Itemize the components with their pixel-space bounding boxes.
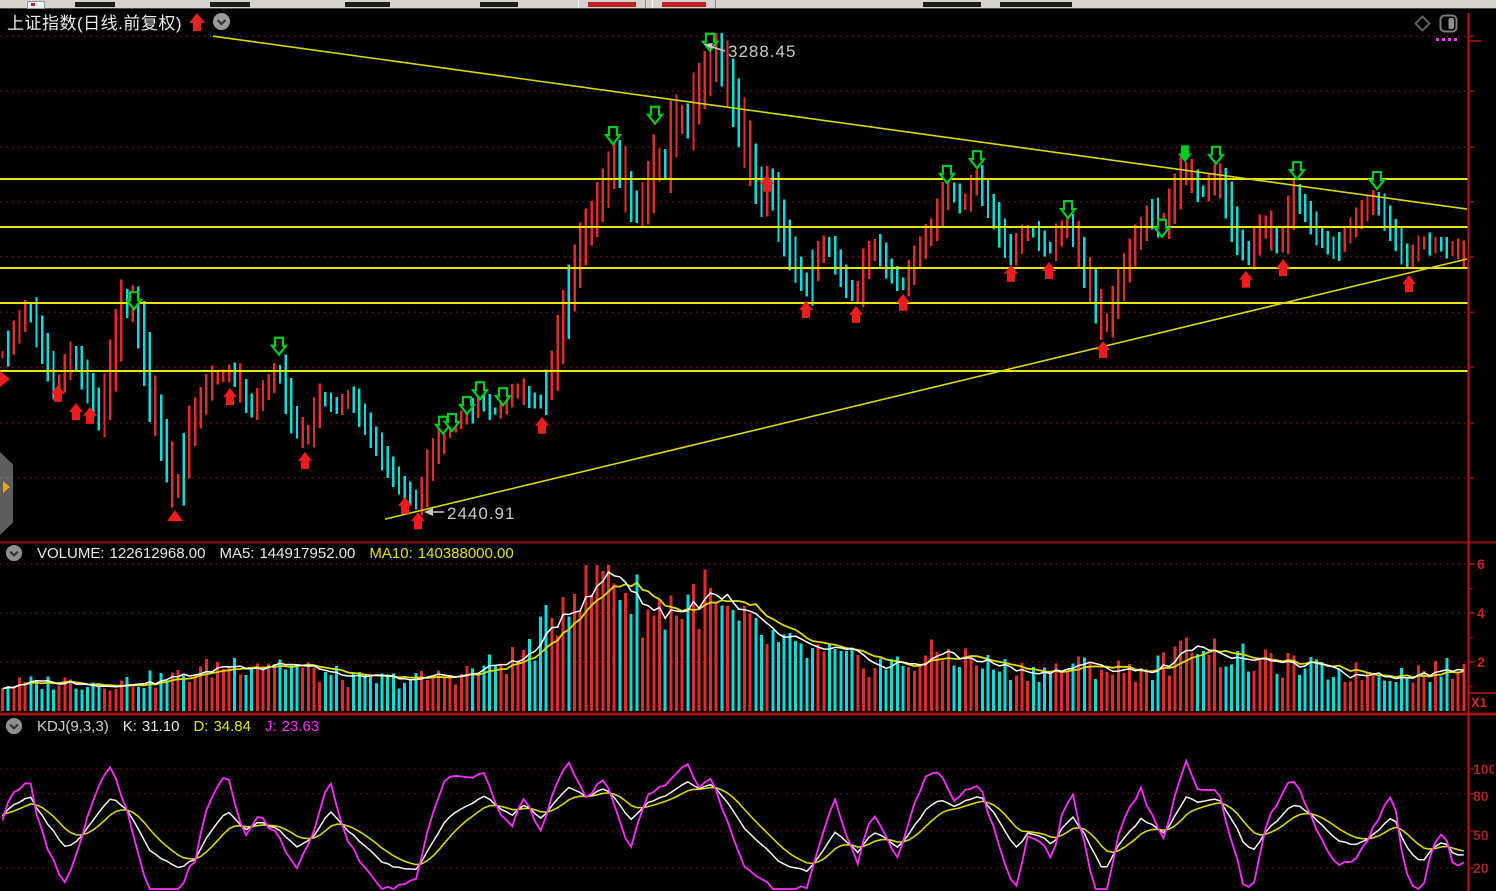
ma5-value: 144917952.00	[259, 545, 355, 562]
expand-triangle-icon[interactable]	[3, 481, 10, 493]
kdj-header: KDJ(9,3,3) K: 31.10 D: 34.84 J: 23.63	[5, 717, 319, 735]
d-value: 34.84	[213, 718, 251, 735]
kdj-axis-tick: 50	[1473, 827, 1494, 843]
ma10-value: 140388000.00	[418, 545, 514, 562]
chevron-circle-icon[interactable]	[212, 12, 231, 31]
kdj-axis-tick: 100	[1473, 761, 1494, 777]
chevron-circle-icon[interactable]	[5, 717, 23, 735]
magenta-dots-indicator	[1436, 38, 1457, 41]
high-price-label: 3288.45	[728, 42, 796, 62]
ma5-label: MA5:	[219, 545, 254, 562]
volume-value: 122612968.00	[110, 545, 206, 562]
j-value: 23.63	[282, 718, 320, 735]
kdj-name: KDJ(9,3,3)	[37, 718, 109, 735]
chart-title-row: 上证指数(日线.前复权)	[7, 9, 231, 34]
kdj-axis-tick: 20	[1473, 860, 1494, 876]
corner-tools	[1414, 14, 1458, 33]
window-icon[interactable]	[1439, 14, 1458, 33]
d-label: D:	[193, 718, 208, 735]
j-label: J:	[265, 718, 277, 735]
volume-unit-label: X1	[1471, 695, 1496, 710]
trading-app-window: 上证指数(日线.前复权) 3288.45 2440.91 VOLUME: 122…	[0, 0, 1496, 891]
volume-axis-tick: 2	[1477, 654, 1485, 670]
ma10-label: MA10:	[369, 545, 412, 562]
sidebar-handle[interactable]	[0, 452, 13, 535]
low-price-label: 2440.91	[447, 504, 515, 524]
volume-header: VOLUME: 122612968.00 MA5: 144917952.00 M…	[5, 544, 514, 562]
volume-axis-tick: 4	[1477, 605, 1485, 621]
candlestick-chart-canvas[interactable]	[0, 0, 1496, 891]
diamond-icon[interactable]	[1414, 15, 1431, 32]
red-up-arrow-icon	[188, 12, 206, 32]
k-value: 31.10	[142, 718, 180, 735]
k-label: K:	[123, 718, 137, 735]
page-title: 上证指数(日线.前复权)	[7, 9, 182, 34]
volume-label: VOLUME:	[37, 545, 105, 562]
chevron-circle-icon[interactable]	[5, 544, 23, 562]
volume-axis-tick: 6	[1477, 556, 1485, 572]
kdj-axis-tick: 80	[1473, 788, 1494, 804]
